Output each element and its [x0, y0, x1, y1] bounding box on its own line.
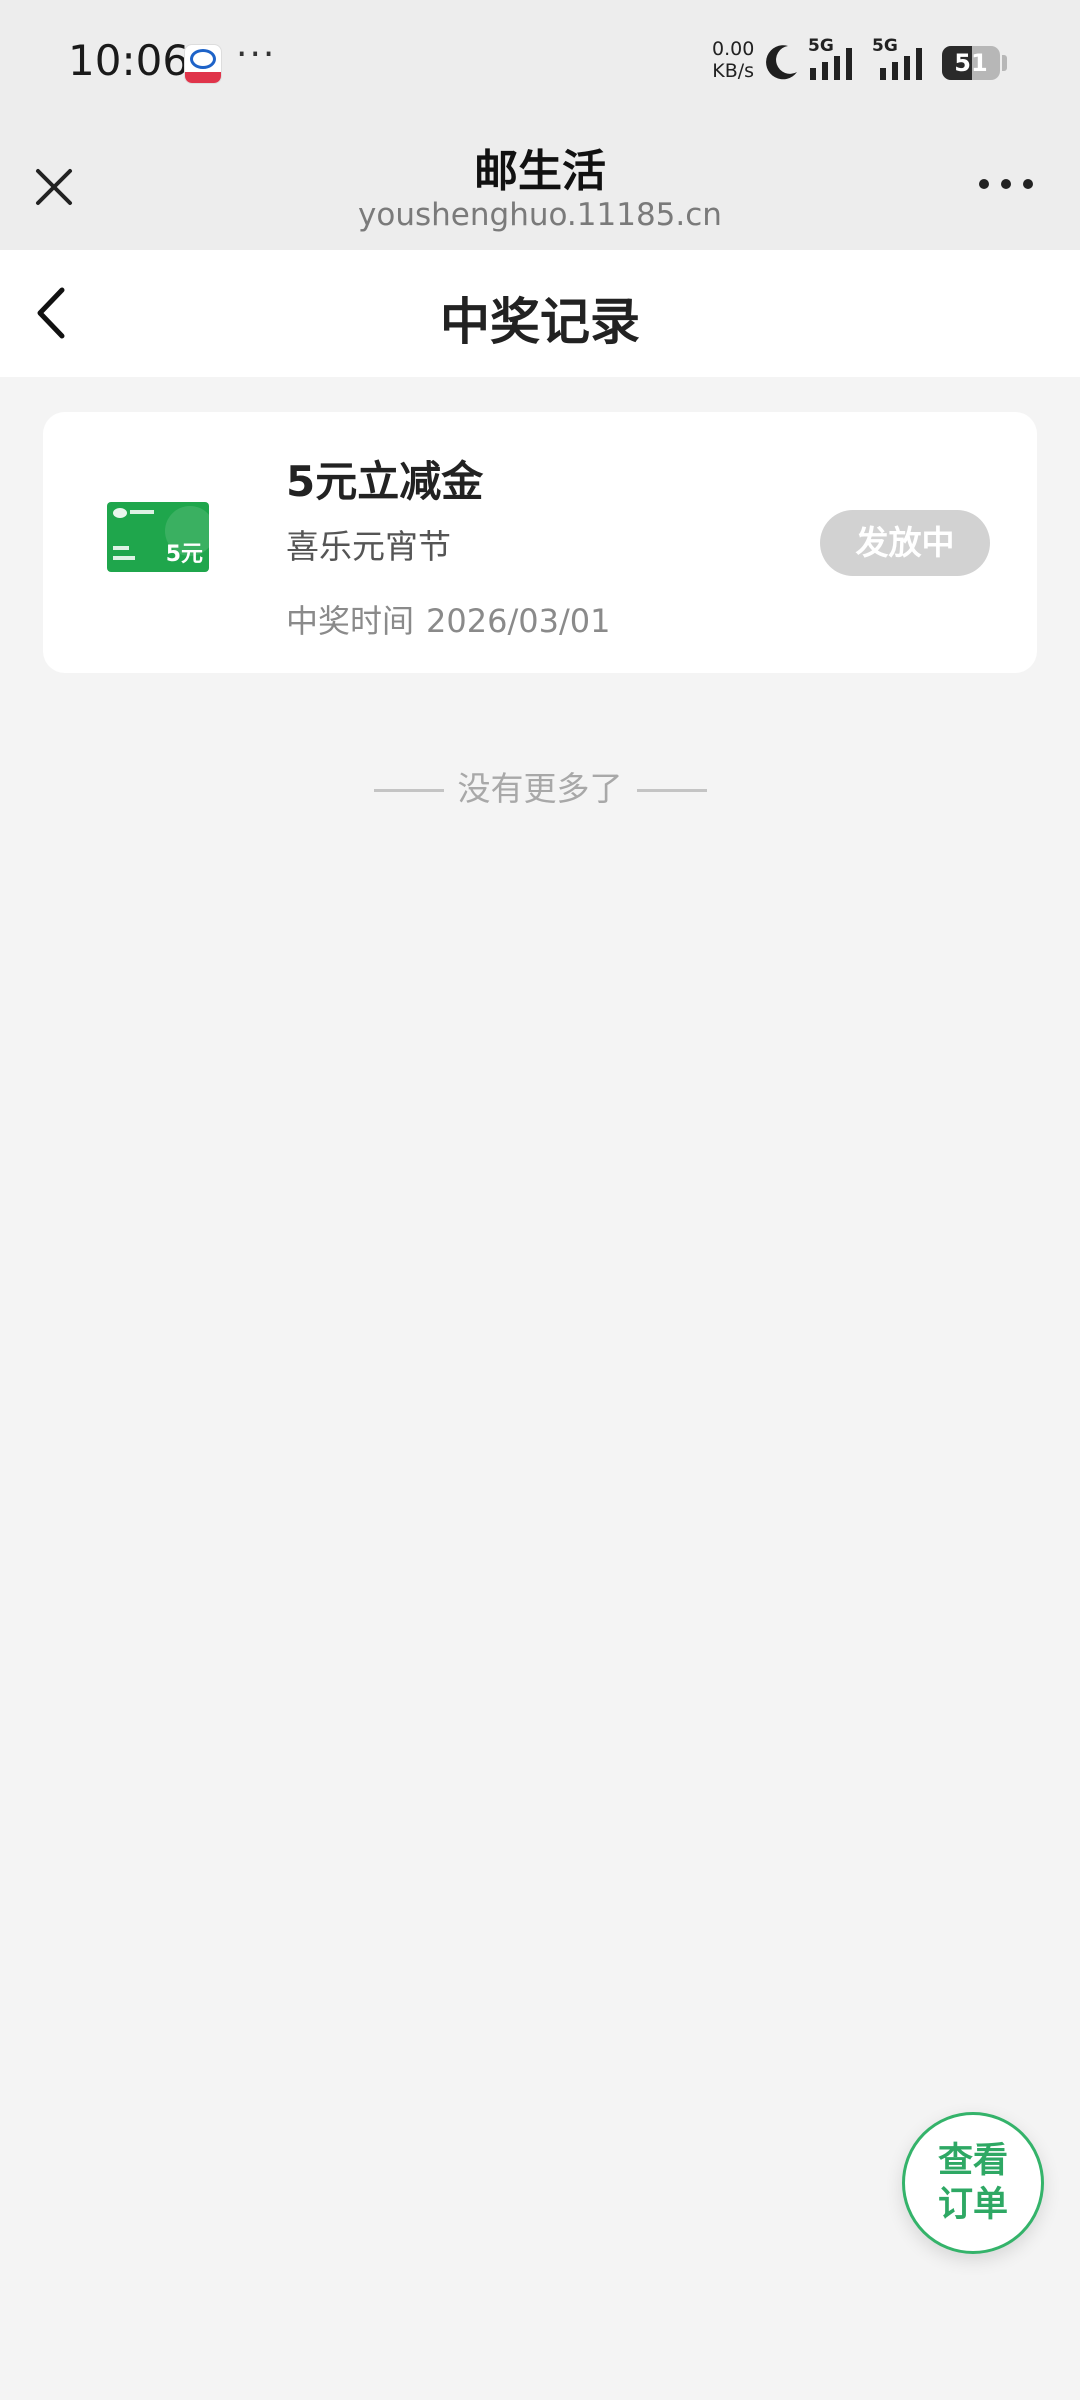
list-end-indicator: 没有更多了 [0, 762, 1080, 810]
divider-line [636, 789, 707, 792]
prize-name: 5元立减金 [286, 457, 484, 506]
page-title: 中奖记录 [440, 293, 640, 351]
network-speed: 0.00 KB/s [712, 38, 754, 82]
view-orders-label-line2: 订单 [937, 2185, 1008, 2225]
browser-url: youshenghuo.11185.cn [358, 197, 722, 233]
signal-icon [880, 48, 922, 80]
page-nav-bar: 中奖记录 [0, 250, 1080, 377]
status-badge: 发放中 [820, 510, 990, 576]
notification-app-icon [184, 44, 222, 84]
view-orders-button[interactable]: 查看 订单 [902, 2112, 1044, 2254]
divider-line [373, 789, 444, 792]
moon-icon [766, 45, 797, 80]
prize-event-name: 喜乐元宵节 [286, 527, 451, 566]
signal-icon [810, 48, 852, 80]
browser-title: 邮生活 [474, 146, 606, 197]
prize-record-card[interactable]: 5元 5元立减金 喜乐元宵节 中奖时间 2026/03/01 发放中 [43, 412, 1037, 673]
prize-time: 中奖时间 2026/03/01 [286, 596, 610, 642]
network-speed-value: 0.00 [712, 38, 755, 60]
thumbnail-amount: 5元 [165, 542, 203, 567]
list-end-text: 没有更多了 [457, 769, 623, 808]
clock: 10:06 [68, 36, 190, 85]
battery-icon: 51 [942, 46, 1000, 80]
network-speed-unit: KB/s [712, 60, 755, 82]
more-notifications-indicator: ··· [236, 34, 277, 75]
browser-header: 邮生活 youshenghuo.11185.cn [0, 125, 1080, 250]
prize-time-value: 2026/03/01 [426, 602, 611, 640]
battery-level: 51 [954, 49, 988, 77]
prize-card-thumbnail: 5元 [107, 502, 209, 572]
battery-tip [1002, 55, 1007, 71]
prize-time-label: 中奖时间 [286, 602, 415, 640]
more-horizontal-icon[interactable] [976, 169, 1036, 199]
view-orders-label-line1: 查看 [937, 2141, 1008, 2181]
status-bar: 10:06 ··· 0.00 KB/s 5G 5G 51 [0, 0, 1080, 125]
